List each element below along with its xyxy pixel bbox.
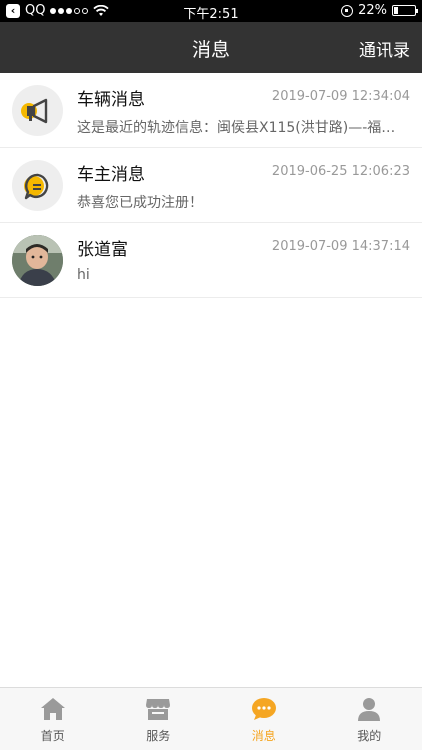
nav-bar: 消息 通讯录 <box>0 22 422 73</box>
message-preview: hi <box>77 267 90 283</box>
chat-bubble-icon <box>12 160 63 211</box>
message-time: 2019-07-09 12:34:04 <box>271 89 410 104</box>
message-sender: 车主消息 <box>77 165 145 185</box>
tab-label: 我的 <box>357 729 382 743</box>
tab-label: 首页 <box>40 729 65 743</box>
status-bar: ‹ QQ 下午2:51 22% <box>0 0 422 22</box>
message-time: 2019-07-09 14:37:14 <box>271 239 410 254</box>
battery-percent: 22% <box>358 3 387 18</box>
message-preview: 恭喜您已成功注册！ <box>77 195 203 211</box>
message-icon <box>250 695 278 723</box>
list-item[interactable]: 张道富 2019-07-09 14:37:14 hi <box>0 223 422 298</box>
tab-profile[interactable]: 我的 <box>317 688 422 750</box>
home-icon <box>39 695 67 723</box>
user-avatar <box>12 235 63 286</box>
message-sender: 车辆消息 <box>77 90 145 110</box>
store-icon <box>144 695 172 723</box>
orientation-lock-icon <box>341 4 354 17</box>
megaphone-icon <box>12 85 63 136</box>
profile-icon <box>355 695 383 723</box>
tab-home[interactable]: 首页 <box>0 688 106 750</box>
message-time: 2019-06-25 12:06:23 <box>271 164 410 179</box>
battery-icon <box>392 5 418 16</box>
message-sender: 张道富 <box>77 240 128 260</box>
tab-label: 消息 <box>251 729 276 743</box>
list-item[interactable]: 车辆消息 2019-07-09 12:34:04 这是最近的轨迹信息：闽侯县X1… <box>0 73 422 148</box>
list-item[interactable]: 车主消息 2019-06-25 12:06:23 恭喜您已成功注册！ <box>0 148 422 223</box>
message-preview: 这是最近的轨迹信息：闽侯县X115(洪甘路)—-福州市... <box>77 120 407 136</box>
tab-bar: 首页 服务 消息 我的 <box>0 687 422 750</box>
tab-messages[interactable]: 消息 <box>211 688 317 750</box>
contacts-button[interactable]: 通讯录 <box>359 36 410 61</box>
message-list: 车辆消息 2019-07-09 12:34:04 这是最近的轨迹信息：闽侯县X1… <box>0 73 422 298</box>
tab-label: 服务 <box>146 729 171 743</box>
status-right: 22% <box>341 3 418 18</box>
tab-service[interactable]: 服务 <box>106 688 212 750</box>
